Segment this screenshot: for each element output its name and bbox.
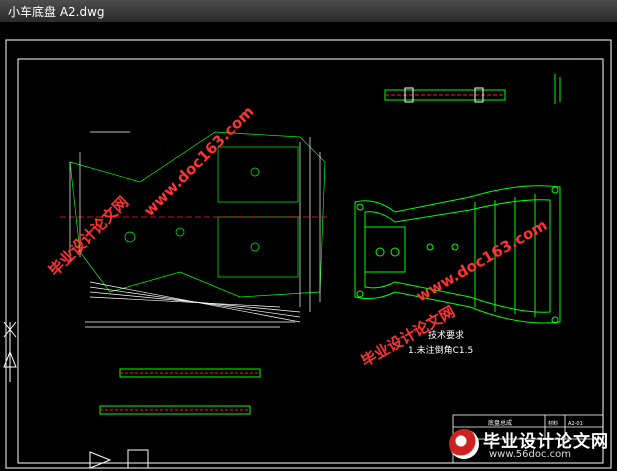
tech-req-item: 1.未注倒角C1.5 bbox=[408, 344, 473, 356]
top-view-part bbox=[384, 74, 561, 104]
brand-watermark: 毕业设计论文网 www.56doc.com bbox=[449, 427, 609, 467]
ucs-bottom-icon bbox=[89, 449, 149, 469]
window-title: 小车底盘 A2.dwg bbox=[8, 5, 105, 19]
cad-drawing: 技术要求 1.未注倒角C1.5 底盘总成 材料 A2-01 比例 bbox=[3, 39, 612, 469]
watermark-url-2: www.doc163.com bbox=[413, 216, 550, 306]
brand-url: www.56doc.com bbox=[489, 449, 572, 460]
window-titlebar: 小车底盘 A2.dwg bbox=[0, 0, 617, 23]
brand-logo-icon bbox=[449, 429, 479, 459]
title-block-label2: 材料 bbox=[548, 420, 558, 427]
outer-frame bbox=[5, 39, 612, 469]
watermark-cn-1: 毕业设计论文网 bbox=[45, 193, 132, 280]
lower-part-2 bbox=[99, 405, 251, 415]
lower-part-1 bbox=[119, 368, 261, 378]
drawing-canvas[interactable]: 技术要求 1.未注倒角C1.5 底盘总成 材料 A2-01 比例 bbox=[0, 22, 617, 471]
title-block-name: 底盘总成 bbox=[488, 419, 512, 427]
chassis-plan-view bbox=[354, 185, 561, 324]
